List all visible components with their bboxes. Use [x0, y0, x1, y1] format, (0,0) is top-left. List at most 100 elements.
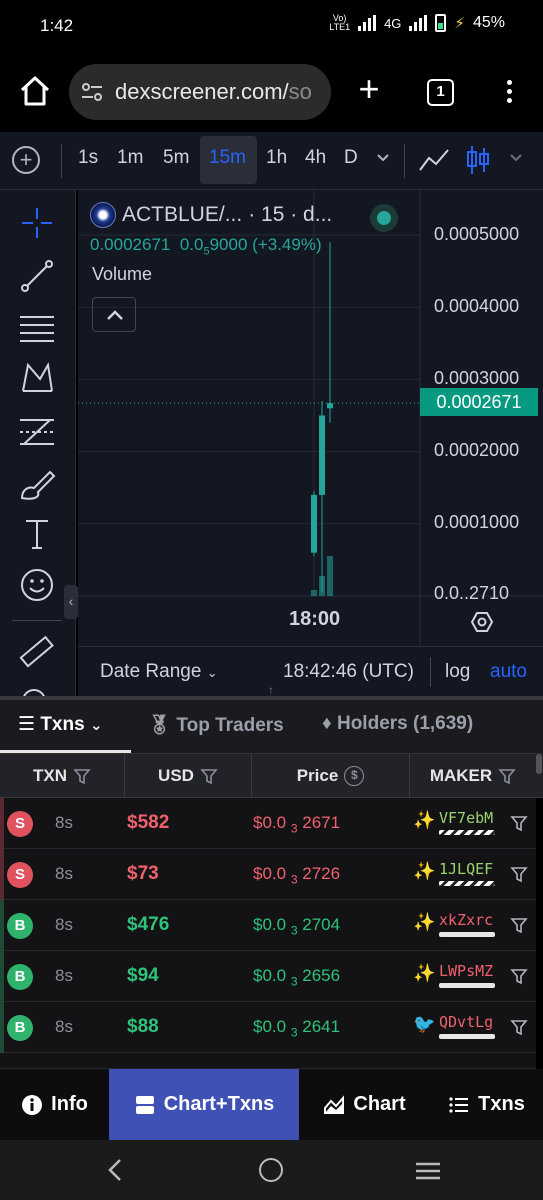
- interval-5m[interactable]: 5m: [163, 147, 189, 169]
- live-indicator-icon: [370, 204, 398, 232]
- interval-15m[interactable]: 15m: [209, 147, 246, 169]
- txn-type-badge: S: [7, 862, 33, 888]
- back-icon[interactable]: [106, 1158, 126, 1182]
- nav-chart-txns[interactable]: Chart+Txns: [109, 1069, 299, 1140]
- network-type: 4G: [384, 15, 402, 31]
- last-price-tag: 0.0002671: [420, 388, 538, 416]
- table-row[interactable]: B 8s $476 $0.0 3 2704 ✨ xkZxrc: [0, 900, 536, 951]
- date-range-dropdown[interactable]: Date Range ⌄: [100, 661, 218, 683]
- new-tab-button[interactable]: +: [354, 71, 384, 108]
- zoom-tool[interactable]: [18, 685, 56, 696]
- emoji-tool[interactable]: [18, 566, 56, 604]
- maker-address[interactable]: LWPsMZ: [439, 962, 493, 980]
- col-maker[interactable]: MAKER: [410, 754, 536, 798]
- filter-icon[interactable]: [498, 767, 516, 785]
- filter-icon[interactable]: [510, 1018, 528, 1036]
- token-logo-icon: [90, 202, 116, 228]
- table-scrollbar[interactable]: [536, 754, 542, 774]
- line-chart-icon[interactable]: [418, 146, 450, 174]
- url-text: dexscreener.com/so: [115, 79, 312, 104]
- table-row[interactable]: S 8s $73 $0.0 3 2726 ✨ 1JLQEF: [0, 849, 536, 900]
- filter-icon[interactable]: [73, 767, 91, 785]
- volume-bar: [311, 590, 317, 596]
- tab-switcher-button[interactable]: 1: [427, 79, 454, 106]
- table-row[interactable]: B 8s $94 $0.0 3 2656 ✨ LWPsMZ: [0, 951, 536, 1002]
- col-txn[interactable]: TXN: [0, 754, 125, 798]
- crosshair-tool[interactable]: [18, 204, 56, 242]
- interval-1s[interactable]: 1s: [78, 147, 98, 169]
- maker-address[interactable]: 1JLQEF: [439, 860, 493, 878]
- medal-icon: 🏅︎: [147, 715, 172, 736]
- interval-4h[interactable]: 4h: [305, 147, 326, 169]
- table-row[interactable]: S 8s $582 $0.0 3 2671 ✨ VF7ebM: [0, 798, 536, 849]
- auto-scale-toggle[interactable]: auto: [490, 661, 527, 683]
- txn-price: $0.0 3 2641: [253, 1017, 341, 1040]
- nav-txns[interactable]: Txns: [430, 1069, 543, 1140]
- txn-usd: $476: [127, 914, 170, 935]
- interval-dropdown-icon[interactable]: [376, 150, 390, 164]
- filter-icon[interactable]: [510, 865, 528, 883]
- interval-D[interactable]: D: [344, 147, 358, 169]
- home-circle-icon[interactable]: [259, 1158, 283, 1182]
- collapse-tools-button[interactable]: ‹: [64, 585, 78, 619]
- chart-bottom-bar: Date Range ⌄ 18:42:46 (UTC) log auto: [78, 646, 543, 696]
- txn-type-badge: B: [7, 964, 33, 990]
- filter-icon[interactable]: [200, 767, 218, 785]
- candles-icon[interactable]: [466, 144, 490, 176]
- prediction-tool[interactable]: [18, 412, 56, 450]
- text-tool[interactable]: [18, 515, 56, 553]
- candle-body: [319, 415, 325, 495]
- txn-age: 8s: [55, 813, 73, 832]
- home-icon: [20, 76, 50, 106]
- txn-age: 8s: [55, 1017, 73, 1036]
- maker-address[interactable]: xkZxrc: [439, 911, 493, 929]
- txn-type-badge: B: [7, 913, 33, 939]
- forecast-icon: [20, 419, 54, 445]
- log-scale-toggle[interactable]: log: [445, 661, 470, 683]
- nav-chart[interactable]: Chart: [299, 1069, 430, 1140]
- tab-txns[interactable]: ☰ Txns ⌄: [18, 713, 103, 736]
- maker-address[interactable]: VF7ebM: [439, 809, 493, 827]
- y-tick-label: 0.0001000: [434, 512, 520, 532]
- more-menu-button[interactable]: [499, 77, 519, 107]
- recents-icon[interactable]: [415, 1161, 441, 1181]
- measure-tool[interactable]: [18, 633, 56, 671]
- tab-holders[interactable]: ♦ Holders (1,639): [322, 713, 473, 735]
- side-indicator: [0, 849, 4, 900]
- tab-top-traders[interactable]: 🏅︎ Top Traders: [147, 713, 284, 737]
- signal-2-icon: [409, 15, 428, 31]
- filter-icon[interactable]: [510, 814, 528, 832]
- site-settings-icon[interactable]: [81, 82, 103, 102]
- diamond-icon: ♦: [322, 713, 332, 734]
- horizontal-lines-icon: [20, 316, 54, 342]
- fib-tool[interactable]: [18, 309, 56, 347]
- maker-badge-icon: ✨: [413, 810, 436, 830]
- txn-table-header: TXN USD Price $ MAKER: [0, 754, 543, 798]
- collapse-legend-button[interactable]: [92, 297, 136, 332]
- txn-age: 8s: [55, 915, 73, 934]
- home-button[interactable]: [18, 74, 52, 108]
- brush-tool[interactable]: [18, 464, 56, 502]
- y-tick-label: 0.0005000: [434, 224, 520, 244]
- utc-clock[interactable]: 18:42:46 (UTC): [283, 661, 414, 683]
- maker-address[interactable]: QDvtLg: [439, 1013, 493, 1031]
- url-bar[interactable]: dexscreener.com/so: [69, 64, 331, 120]
- price-chart[interactable]: ACTBLUE/... · 15 · d... 0.0002671 0.0590…: [78, 190, 543, 646]
- chart-type-dropdown-icon[interactable]: [509, 150, 523, 164]
- filter-icon[interactable]: [510, 967, 528, 985]
- pattern-tool[interactable]: [18, 359, 56, 397]
- maker-badge-icon: ✨: [413, 963, 436, 983]
- interval-1h[interactable]: 1h: [266, 147, 287, 169]
- chart-settings-icon[interactable]: [470, 610, 494, 634]
- nav-info[interactable]: Info: [0, 1069, 109, 1140]
- battery-percent: 45%: [472, 14, 505, 31]
- add-symbol-button[interactable]: +: [12, 146, 40, 174]
- table-row[interactable]: B 8s $88 $0.0 3 2641 🐦 QDvtLg: [0, 1002, 536, 1053]
- trend-line-tool[interactable]: [18, 257, 56, 295]
- col-price[interactable]: Price $: [252, 754, 410, 798]
- interval-1m[interactable]: 1m: [117, 147, 143, 169]
- maker-badge-icon: 🐦: [413, 1014, 436, 1034]
- col-usd[interactable]: USD: [125, 754, 252, 798]
- filter-icon[interactable]: [510, 916, 528, 934]
- currency-toggle-icon[interactable]: $: [344, 766, 365, 786]
